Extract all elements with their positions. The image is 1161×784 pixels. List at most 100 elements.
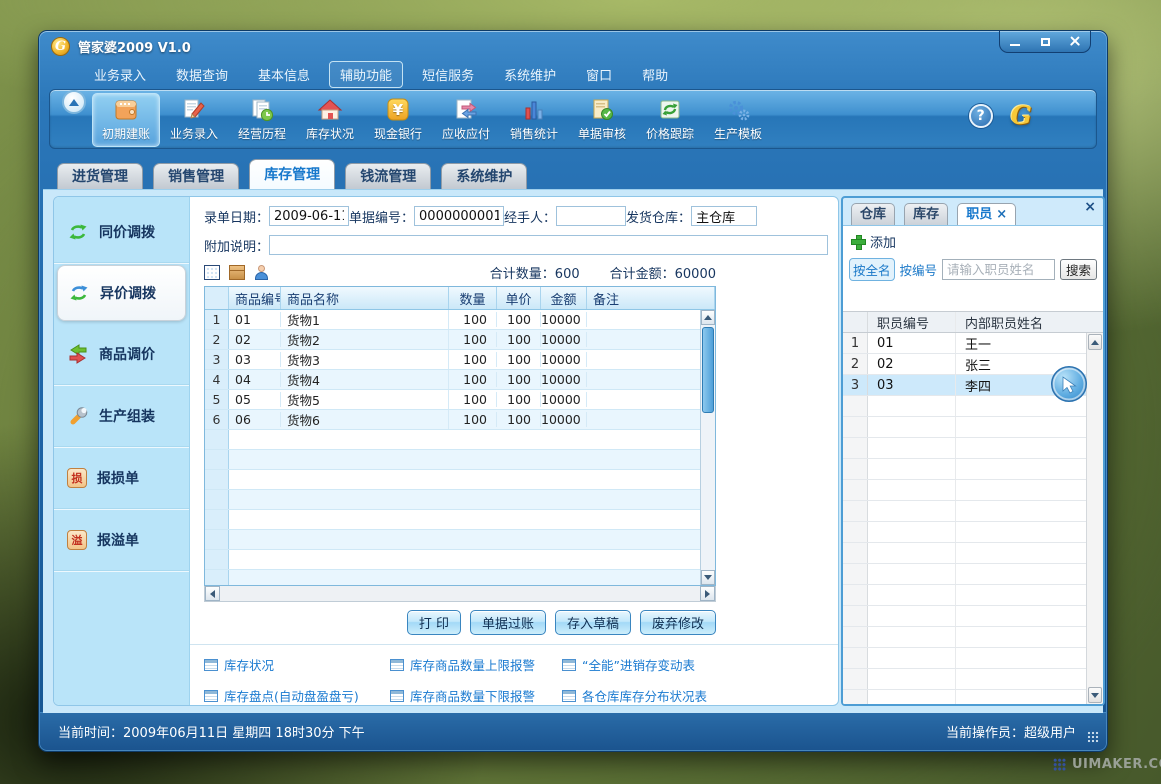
- print-button[interactable]: 打 印: [407, 610, 461, 635]
- doc-check-icon: [587, 97, 617, 123]
- search-button[interactable]: 搜索: [1060, 259, 1097, 280]
- post-document-button[interactable]: 单据过账: [470, 610, 546, 635]
- scroll-up-icon[interactable]: [701, 310, 715, 325]
- sidebar-item-price-adjust[interactable]: 商品调价: [54, 323, 189, 385]
- toolbar-receivable-payable-button[interactable]: 应收应付: [432, 93, 500, 147]
- filter-by-name-toggle[interactable]: 按全名: [849, 258, 895, 281]
- empty-row: [843, 417, 1086, 438]
- price-adjust-icon: [67, 343, 89, 365]
- scroll-down-icon[interactable]: [1088, 687, 1102, 703]
- tab-inventory[interactable]: 库存管理: [249, 159, 335, 189]
- date-input[interactable]: [269, 206, 349, 226]
- toolbar-cash-bank-button[interactable]: ¥ 现金银行: [364, 93, 432, 147]
- scroll-up-icon[interactable]: [1088, 334, 1102, 350]
- staff-icon[interactable]: [254, 265, 270, 280]
- link-warehouse-distribution[interactable]: 各仓库库存分布状况表: [562, 686, 744, 705]
- discard-changes-button[interactable]: 废弃修改: [640, 610, 716, 635]
- tab-system[interactable]: 系统维护: [441, 163, 527, 189]
- action-buttons: 打 印 单据过账 存入草稿 废弃修改: [204, 610, 716, 644]
- agent-input[interactable]: [556, 206, 626, 226]
- table-row[interactable]: 101货物110010010000: [205, 310, 700, 330]
- report-grid-icon: [390, 690, 404, 702]
- minimize-button[interactable]: [1004, 34, 1026, 50]
- table-row[interactable]: 505货物510010010000: [205, 390, 700, 410]
- empty-row: [843, 501, 1086, 522]
- menu-item-system-maintenance[interactable]: 系统维护: [493, 61, 567, 88]
- toolbar-production-template-button[interactable]: 生产模板: [704, 93, 772, 147]
- toolbar-price-tracking-button[interactable]: 价格跟踪: [636, 93, 704, 147]
- toolbar-initial-setup-button[interactable]: 初期建账: [92, 93, 160, 147]
- filter-row: 按全名 按编号 搜索: [843, 252, 1103, 288]
- menu-item-business-entry[interactable]: 业务录入: [83, 61, 157, 88]
- empty-row: [843, 585, 1086, 606]
- scroll-left-icon[interactable]: [205, 586, 220, 601]
- link-upper-limit-alert[interactable]: 库存商品数量上限报警: [390, 655, 562, 674]
- toolbar-inventory-status-button[interactable]: 库存状况: [296, 93, 364, 147]
- goods-icon[interactable]: [229, 265, 245, 280]
- tab-warehouse[interactable]: 仓库: [851, 203, 895, 225]
- sidebar-item-assembly[interactable]: 生产组装: [54, 385, 189, 447]
- doc-number-input[interactable]: [414, 206, 504, 226]
- svg-text:¥: ¥: [393, 101, 404, 119]
- panel-close-icon[interactable]: ×: [1084, 200, 1096, 214]
- col-item-name: 商品名称: [281, 287, 449, 309]
- transfer-blue-icon: [68, 282, 90, 304]
- toolbar-business-entry-button[interactable]: 业务录入: [160, 93, 228, 147]
- menu-item-basic-info[interactable]: 基本信息: [247, 61, 321, 88]
- selector-body: 添加 按全名 按编号 搜索 职员编号 内部职员姓名 101王一: [843, 225, 1103, 704]
- link-omni-flow-report[interactable]: “全能”进销存变动表: [562, 655, 744, 674]
- filter-by-code-toggle[interactable]: 按编号: [900, 260, 938, 279]
- link-inventory-status[interactable]: 库存状况: [204, 655, 390, 674]
- empty-row: [205, 450, 700, 470]
- grid-toolbar: 合计数量：600 合计金额：60000: [204, 261, 716, 283]
- menu-item-auxiliary[interactable]: 辅助功能: [329, 61, 403, 88]
- sidebar-item-loss-report[interactable]: 损 报损单: [54, 447, 189, 509]
- tab-close-icon[interactable]: ×: [996, 207, 1007, 222]
- link-stocktaking[interactable]: 库存盘点(自动盘盈盘亏): [204, 686, 390, 705]
- plus-icon: [851, 235, 864, 248]
- menu-item-window[interactable]: 窗口: [575, 61, 623, 88]
- staff-table-header: 职员编号 内部职员姓名: [843, 311, 1103, 333]
- toolbar-audit-button[interactable]: 单据审核: [568, 93, 636, 147]
- table-row[interactable]: 606货物610010010000: [205, 410, 700, 430]
- table-row[interactable]: 404货物410010010000: [205, 370, 700, 390]
- sidebar-item-diff-price-transfer[interactable]: 异价调拨: [57, 265, 186, 321]
- toolbar-sales-stats-button[interactable]: 销售统计: [500, 93, 568, 147]
- report-grid-icon: [204, 659, 218, 671]
- items-vertical-scrollbar[interactable]: [700, 310, 715, 585]
- scroll-right-icon[interactable]: [700, 586, 715, 601]
- tab-staff[interactable]: 职员×: [957, 203, 1016, 225]
- sidebar-item-overflow-report[interactable]: 溢 报溢单: [54, 509, 189, 571]
- close-button[interactable]: [1064, 34, 1086, 50]
- table-row[interactable]: 202货物210010010000: [205, 330, 700, 350]
- scrollbar-thumb[interactable]: [702, 327, 714, 413]
- resize-grip[interactable]: [1087, 731, 1099, 743]
- empty-row: [843, 564, 1086, 585]
- help-button[interactable]: ?: [969, 104, 993, 128]
- app-logo-icon: G: [51, 37, 70, 56]
- sidebar-item-same-price-transfer[interactable]: 同价调拨: [54, 201, 189, 263]
- menu-item-data-query[interactable]: 数据查询: [165, 61, 239, 88]
- table-row[interactable]: 303货物310010010000: [205, 350, 700, 370]
- tab-cashflow[interactable]: 钱流管理: [345, 163, 431, 189]
- warehouse-input[interactable]: [691, 206, 757, 226]
- tab-stock[interactable]: 库存: [904, 203, 948, 225]
- tab-sales[interactable]: 销售管理: [153, 163, 239, 189]
- scroll-down-icon[interactable]: [701, 570, 715, 585]
- link-lower-limit-alert[interactable]: 库存商品数量下限报警: [390, 686, 562, 705]
- tab-purchase[interactable]: 进货管理: [57, 163, 143, 189]
- collapse-toolbar-button[interactable]: [62, 90, 86, 114]
- staff-row[interactable]: 101王一: [843, 333, 1086, 354]
- menu-item-sms[interactable]: 短信服务: [411, 61, 485, 88]
- note-input[interactable]: [269, 235, 828, 255]
- maximize-button[interactable]: [1034, 34, 1056, 50]
- items-horizontal-scrollbar[interactable]: [204, 586, 716, 602]
- add-button[interactable]: 添加: [870, 232, 896, 251]
- save-draft-button[interactable]: 存入草稿: [555, 610, 631, 635]
- selector-tabs: 仓库 库存 职员×: [843, 198, 1103, 225]
- warehouse-icon[interactable]: [204, 265, 220, 280]
- staff-search-input[interactable]: [942, 259, 1055, 280]
- menu-item-help[interactable]: 帮助: [631, 61, 679, 88]
- add-row: 添加: [843, 226, 1103, 252]
- toolbar-history-button[interactable]: 经营历程: [228, 93, 296, 147]
